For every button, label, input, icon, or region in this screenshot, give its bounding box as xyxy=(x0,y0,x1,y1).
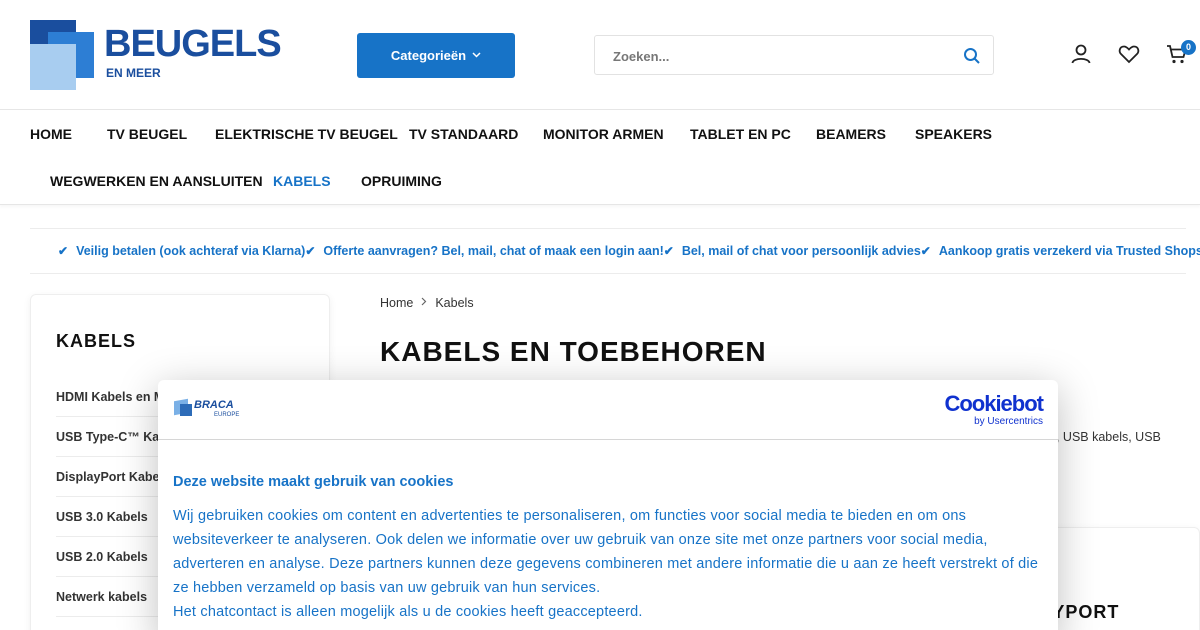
usp-text: Offerte aanvragen? Bel, mail, chat of ma… xyxy=(323,244,664,258)
page-title: KABELS EN TOEBEHOREN xyxy=(380,336,767,367)
braca-logo-subtext: EUROPE xyxy=(214,412,240,418)
search-box xyxy=(594,35,994,75)
user-icon[interactable] xyxy=(1069,42,1093,66)
cookie-consent-dialog: BRACA EUROPE Cookiebot by Usercentrics D… xyxy=(158,380,1058,630)
search-input[interactable] xyxy=(613,46,943,66)
categories-button[interactable]: Categorieën xyxy=(357,33,515,78)
usp-item: ✔ Offerte aanvragen? Bel, mail, chat of … xyxy=(305,244,663,258)
categories-label: Categorieën xyxy=(390,48,467,63)
usp-text: Veilig betalen (ook achteraf via Klarna) xyxy=(76,244,306,258)
nav-item-kabels[interactable]: KABELS xyxy=(273,173,331,189)
nav-item-tablet-en-pc[interactable]: TABLET EN PC xyxy=(690,126,791,142)
category-description: els, USB kabels, USB xyxy=(1040,430,1161,444)
breadcrumb: Home Kabels xyxy=(380,296,474,310)
usp-text: Aankoop gratis verzekerd via Trusted Sho… xyxy=(938,244,1200,258)
heart-icon[interactable] xyxy=(1117,42,1141,66)
logo-text: BEUGELS xyxy=(104,23,282,65)
cookiebot-logo[interactable]: Cookiebot by Usercentrics xyxy=(944,391,1044,428)
braca-logo: BRACA EUROPE xyxy=(174,398,240,420)
check-icon: ✔ xyxy=(305,244,316,258)
braca-logo-text: BRACA xyxy=(194,399,234,411)
cart-count-badge: 0 xyxy=(1181,40,1196,55)
usp-item: ✔ Aankoop gratis verzekerd via Trusted S… xyxy=(921,244,1200,258)
usp-item: ✔ Veilig betalen (ook achteraf via Klarn… xyxy=(58,244,305,258)
cookiebot-logo-text: Cookiebot xyxy=(944,391,1044,416)
cookie-dialog-title: Deze website maakt gebruik van cookies xyxy=(173,474,454,490)
cookie-dialog-header: BRACA EUROPE Cookiebot by Usercentrics xyxy=(158,380,1058,440)
nav-item-tv-beugel[interactable]: TV BEUGEL xyxy=(107,126,187,142)
nav-item-tv-standaard[interactable]: TV STANDAARD xyxy=(409,126,518,142)
logo-subtext: EN MEER xyxy=(106,66,161,80)
cookie-chat-note: Het chatcontact is alleen mogelijk als u… xyxy=(173,604,643,620)
nav-item-home[interactable]: HOME xyxy=(30,126,72,142)
nav-item-elektrische-tv-beugel[interactable]: ELEKTRISCHE TV BEUGEL xyxy=(215,126,398,142)
site-header: BEUGELS EN MEER Categorieën 0 xyxy=(0,0,1200,110)
nav-item-speakers[interactable]: SPEAKERS xyxy=(915,126,992,142)
nav-item-beamers[interactable]: BEAMERS xyxy=(816,126,886,142)
usp-bar: ✔ Veilig betalen (ook achteraf via Klarn… xyxy=(30,228,1200,274)
check-icon: ✔ xyxy=(920,244,931,258)
usp-item: ✔ Bel, mail of chat voor persoonlijk adv… xyxy=(664,244,921,258)
search-icon[interactable] xyxy=(963,47,981,65)
sidebar-title: KABELS xyxy=(56,331,137,351)
chevron-down-icon xyxy=(472,50,481,61)
nav-item-monitor-armen[interactable]: MONITOR ARMEN xyxy=(543,126,664,142)
chevron-right-icon xyxy=(421,297,427,309)
cookie-dialog-body: Wij gebruiken cookies om content en adve… xyxy=(173,504,1043,624)
usp-text: Bel, mail of chat voor persoonlijk advie… xyxy=(681,244,921,258)
nav-item-wegwerken-en-aansluiten[interactable]: WEGWERKEN EN AANSLUITEN xyxy=(50,173,263,189)
cookie-body-text: Wij gebruiken cookies om content en adve… xyxy=(173,508,1039,596)
check-icon: ✔ xyxy=(58,244,69,258)
main-navigation: HOME TV BEUGEL ELEKTRISCHE TV BEUGEL TV … xyxy=(0,111,1200,205)
logo-square-light xyxy=(30,44,76,90)
cookiebot-logo-subtext: by Usercentrics xyxy=(974,416,1043,427)
braca-logo-cube-front xyxy=(180,404,192,416)
site-logo[interactable]: BEUGELS EN MEER xyxy=(30,20,282,92)
breadcrumb-home[interactable]: Home xyxy=(380,296,413,310)
nav-item-opruiming[interactable]: OPRUIMING xyxy=(361,173,442,189)
check-icon: ✔ xyxy=(663,244,674,258)
breadcrumb-kabels[interactable]: Kabels xyxy=(435,296,473,310)
